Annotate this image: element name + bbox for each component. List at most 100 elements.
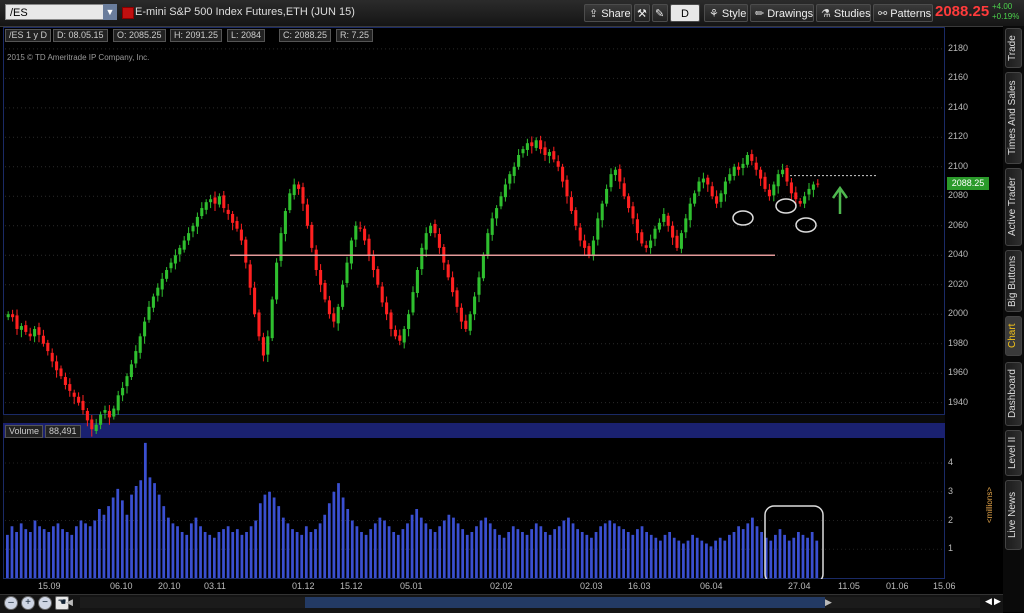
side-tab-active-trader[interactable]: Active Trader	[1005, 168, 1022, 246]
side-tab-big-buttons[interactable]: Big Buttons	[1005, 250, 1022, 312]
volume-bar	[70, 534, 74, 578]
side-tab-live-news[interactable]: Live News	[1005, 480, 1022, 550]
candle-body	[569, 197, 573, 212]
candle-body	[574, 210, 578, 226]
volume-bar	[410, 514, 414, 578]
candle-body	[94, 424, 98, 431]
candle-body	[803, 196, 807, 204]
volume-bar	[74, 526, 78, 578]
volume-bar	[337, 483, 340, 578]
volume-bar	[102, 514, 106, 578]
volume-bar	[452, 517, 455, 578]
volume-bar	[369, 529, 373, 578]
volume-bar	[654, 537, 658, 578]
volume-bar	[456, 523, 460, 578]
volume-bar	[19, 523, 23, 578]
candle-body	[451, 277, 455, 293]
volume-bar	[498, 534, 501, 578]
candle-body	[332, 313, 336, 322]
candle-body	[147, 306, 151, 320]
volume-bar	[668, 532, 671, 578]
volume-bar	[507, 532, 511, 578]
volume-bar	[350, 520, 354, 578]
candle-body	[41, 335, 45, 344]
volume-bar	[815, 540, 819, 578]
candle-body	[635, 219, 639, 234]
scroll-left-icon[interactable]: ◀	[66, 597, 73, 608]
side-tab-label: Chart	[1007, 323, 1018, 349]
expand-right-icon[interactable]: ▶	[994, 596, 1003, 609]
side-tab-label: Times And Sales	[1007, 80, 1018, 156]
candle-body	[314, 249, 318, 270]
volume-bar	[617, 526, 621, 578]
side-tab-trade[interactable]: Trade	[1005, 28, 1022, 68]
volume-bar	[24, 529, 28, 578]
volume-bar	[47, 532, 51, 578]
volume-bar	[51, 526, 55, 578]
volume-bar	[613, 523, 616, 578]
candle-body	[305, 204, 309, 226]
volume-bar	[281, 517, 285, 578]
volume-bar	[626, 532, 630, 578]
side-tab-times-and-sales[interactable]: Times And Sales	[1005, 72, 1022, 164]
bar-open: O: 2085.25	[113, 29, 166, 42]
candle-body	[46, 342, 50, 352]
candle-body	[407, 314, 411, 329]
candle-body	[81, 400, 85, 411]
candle-body	[512, 166, 516, 176]
volume-bar	[562, 520, 566, 578]
candle-body	[68, 384, 72, 391]
side-tab-label: Dashboard	[1007, 369, 1018, 419]
candle-body	[684, 218, 688, 233]
candle-body	[24, 325, 28, 332]
scroll-right-icon[interactable]: ▶	[825, 597, 832, 608]
candle-body	[371, 256, 375, 270]
zoom-reset-icon[interactable]: −	[38, 596, 52, 610]
candle-body	[547, 152, 551, 156]
candle-body	[160, 278, 164, 290]
volume-bar	[231, 532, 235, 578]
volume-bar	[576, 529, 580, 578]
expand-left-icon[interactable]: ◀	[985, 596, 994, 609]
scrollbar-thumb[interactable]	[305, 597, 825, 608]
volume-bar	[189, 523, 193, 578]
volume-bar	[516, 529, 520, 578]
time-tick-label: 06.10	[110, 581, 133, 591]
side-tab-level-ii[interactable]: Level II	[1005, 430, 1022, 476]
zoom-in-icon[interactable]: +	[21, 596, 35, 610]
volume-bar	[364, 534, 368, 578]
volume-bar	[438, 526, 442, 578]
volume-bar	[401, 529, 405, 578]
time-tick-label: 01.06	[886, 581, 909, 591]
volume-bar	[548, 534, 552, 578]
volume-bar	[373, 523, 377, 578]
side-tab-label: Active Trader	[1007, 177, 1018, 237]
volume-bar	[392, 532, 396, 578]
volume-bar	[387, 526, 391, 578]
candle-body	[688, 203, 692, 221]
volume-bar	[645, 532, 649, 578]
candle-body	[11, 314, 15, 318]
volume-tick-label: 3	[948, 485, 954, 496]
side-tab-chart[interactable]: Chart	[1005, 316, 1022, 356]
candle-body	[640, 232, 644, 244]
candle-body	[134, 351, 138, 364]
volume-bar	[585, 534, 589, 578]
candle-body	[169, 262, 173, 269]
zoom-out-icon[interactable]: –	[4, 596, 18, 610]
side-tab-dashboard[interactable]: Dashboard	[1005, 362, 1022, 426]
volume-bar	[28, 532, 32, 578]
candle-body	[178, 247, 182, 255]
candle-body	[415, 269, 419, 293]
candle-body	[543, 147, 547, 155]
volume-bar	[212, 537, 216, 578]
candle-body	[222, 195, 226, 209]
volume-bar	[530, 529, 534, 578]
candle-body	[508, 174, 512, 184]
copyright-notice: 2015 © TD Ameritrade IP Company, Inc.	[7, 53, 150, 62]
candle-body	[587, 246, 591, 256]
candle-body	[552, 151, 556, 160]
volume-bar	[61, 529, 64, 578]
volume-bar	[603, 523, 607, 578]
candle-body	[495, 208, 499, 219]
